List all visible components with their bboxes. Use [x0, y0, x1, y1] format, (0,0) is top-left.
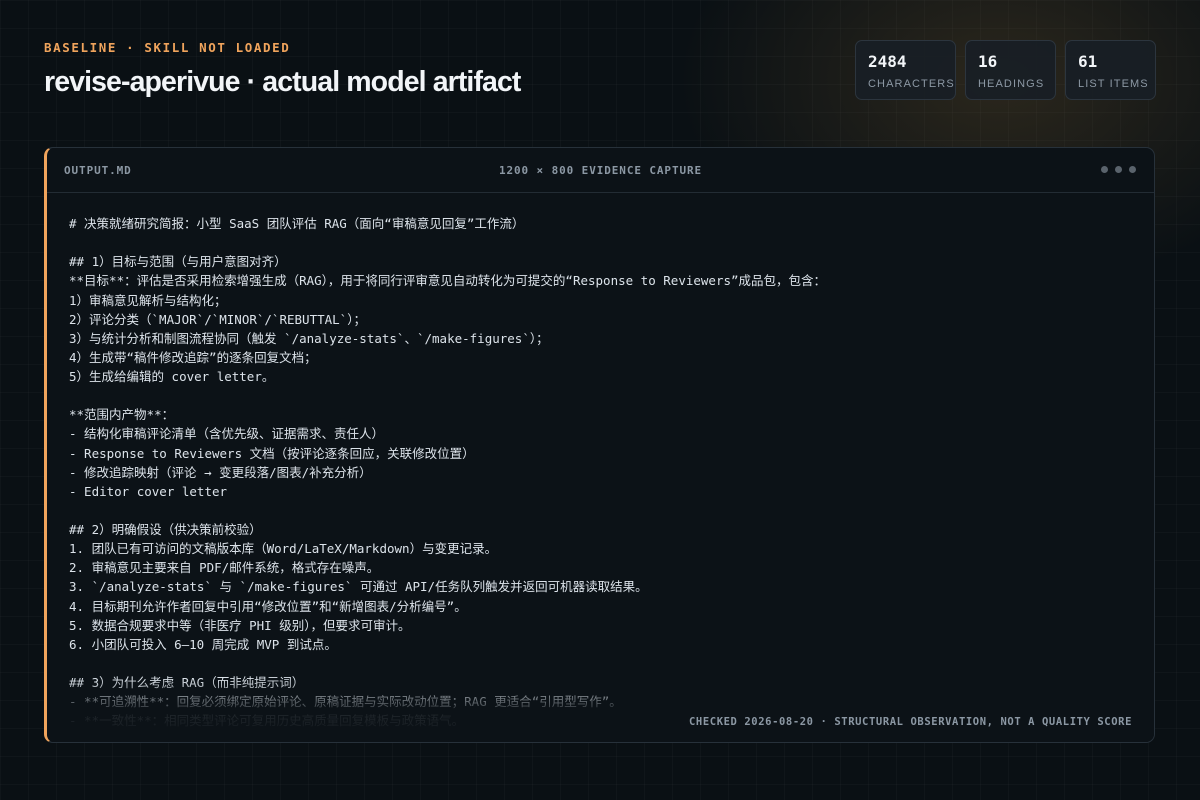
markdown-line: # 决策就绪研究简报：小型 SaaS 团队评估 RAG（面向“审稿意见回复”工作…: [69, 216, 525, 231]
markdown-line: 2）评论分类（`MAJOR`/`MINOR`/`REBUTTAL`）；: [69, 311, 366, 327]
markdown-line: 2. 审稿意见主要来自 PDF/邮件系统，格式存在噪声。: [69, 560, 380, 576]
markdown-line: ## 3）为什么考虑 RAG（而非纯提示词）: [69, 675, 305, 690]
stat-value-list-items: 61: [1078, 52, 1098, 71]
dot-icon: [1129, 166, 1136, 173]
markdown-line: [69, 233, 1132, 252]
markdown-line: 1）审稿意见解析与结构化；: [69, 292, 227, 308]
dot-icon: [1101, 166, 1108, 173]
stat-label-characters: CHARACTERS: [868, 78, 955, 90]
dot-icon: [1115, 166, 1122, 173]
stat-label-headings: HEADINGS: [978, 78, 1045, 90]
markdown-line: 3）与统计分析和制图流程协同（触发 `/analyze-stats`、`/mak…: [69, 330, 549, 346]
markdown-line: [69, 501, 1132, 520]
output-panel: OUTPUT.MD 1200 × 800 EVIDENCE CAPTURE # …: [44, 147, 1155, 743]
markdown-line: **范围内产物**：: [69, 407, 175, 423]
markdown-line: 4. 目标期刊允许作者回复中引用“修改位置”和“新增图表/分析编号”。: [69, 598, 467, 614]
stats-group: 2484 CHARACTERS 16 HEADINGS 61 LIST ITEM…: [855, 40, 1156, 100]
markdown-line: - Editor cover letter: [69, 483, 228, 499]
markdown-line: ## 1）目标与范围（与用户意图对齐）: [69, 254, 287, 270]
markdown-content[interactable]: # 决策就绪研究简报：小型 SaaS 团队评估 RAG（面向“审稿意见回复”工作…: [69, 214, 1132, 742]
markdown-line: 6. 小团队可投入 6–10 周完成 MVP 到试点。: [69, 636, 337, 652]
markdown-line: - **可追溯性**：回复必须绑定原始评论、原稿证据与实际改动位置；RAG 更适…: [69, 694, 622, 710]
check-footnote: CHECKED 2026-08-20 · STRUCTURAL OBSERVAT…: [689, 716, 1132, 728]
markdown-line: 5）生成给编辑的 cover letter。: [69, 369, 275, 384]
markdown-line: **目标**：评估是否采用检索增强生成（RAG），用于将同行评审意见自动转化为可…: [69, 273, 827, 289]
panel-header: OUTPUT.MD 1200 × 800 EVIDENCE CAPTURE: [47, 148, 1154, 193]
capture-label: 1200 × 800 EVIDENCE CAPTURE: [498, 164, 703, 177]
stat-label-list-items: LIST ITEMS: [1078, 78, 1149, 90]
markdown-line: ## 2）明确假设（供决策前校验）: [69, 522, 262, 537]
markdown-line: 3. `/analyze-stats` 与 `/make-figures` 可通…: [69, 579, 648, 595]
markdown-line: [69, 386, 1132, 405]
markdown-line: - 结构化审稿评论清单（含优先级、证据需求、责任人）: [69, 426, 385, 442]
markdown-line: 5. 数据合规要求中等（非医疗 PHI 级别），但要求可审计。: [69, 617, 411, 633]
stat-card-list-items: 61 LIST ITEMS: [1065, 40, 1156, 100]
markdown-line: [69, 730, 1132, 742]
window-menu-dots-icon[interactable]: [1101, 166, 1136, 173]
baseline-status-label: BASELINE · SKILL NOT LOADED: [44, 40, 291, 55]
markdown-line: [69, 654, 1132, 673]
markdown-line: - Response to Reviewers 文档（按评论逐条回应，关联修改位…: [69, 445, 475, 461]
markdown-line: 1. 团队已有可访问的文稿版本库（Word/LaTeX/Markdown）与变更…: [69, 541, 498, 557]
stat-value-characters: 2484: [868, 52, 907, 71]
stat-card-characters: 2484 CHARACTERS: [855, 40, 956, 100]
stat-value-headings: 16: [978, 52, 998, 71]
page-title: revise-aperivue · actual model artifact: [44, 66, 521, 98]
markdown-line: 4）生成带“稿件修改追踪”的逐条回复文档；: [69, 349, 317, 365]
stat-card-headings: 16 HEADINGS: [965, 40, 1056, 100]
markdown-line: - 修改追踪映射（评论 → 变更段落/图表/补充分析）: [69, 464, 372, 480]
